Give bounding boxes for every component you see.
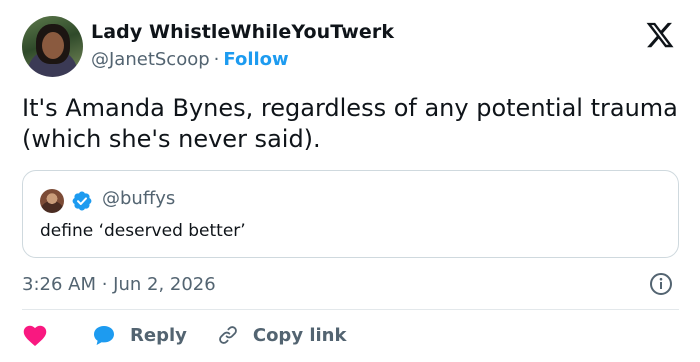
author-handle[interactable]: @JanetScoop: [91, 49, 210, 70]
author-display-name[interactable]: Lady WhistleWhileYouTwerk: [91, 21, 394, 43]
quoted-text: define ‘deserved better’: [40, 221, 246, 241]
actions-divider: [22, 309, 679, 310]
reply-button[interactable]: Reply: [92, 324, 187, 346]
quoted-tweet[interactable]: @buffys define ‘deserved better’: [22, 170, 679, 258]
copy-link-label: Copy link: [252, 324, 347, 346]
action-bar: Reply Copy link: [22, 322, 346, 348]
x-logo-icon[interactable]: [644, 20, 676, 50]
link-icon: [219, 326, 237, 344]
quoted-avatar[interactable]: [40, 189, 64, 213]
separator-dot: ·: [213, 49, 220, 70]
copy-link-button[interactable]: Copy link: [217, 324, 347, 346]
author-handle-row: @JanetScoop · Follow: [91, 49, 289, 70]
verified-badge-icon: [72, 191, 92, 211]
reply-bubble-icon: [94, 326, 114, 345]
heart-icon[interactable]: [22, 323, 48, 347]
reply-label: Reply: [130, 324, 187, 346]
quoted-handle[interactable]: @buffys: [102, 188, 175, 209]
tweet-timestamp[interactable]: 3:26 AM · Jun 2, 2026: [22, 274, 216, 295]
tweet-text: It's Amanda Bynes, regardless of any pot…: [22, 94, 678, 153]
info-icon[interactable]: [649, 272, 673, 296]
avatar-face: [42, 32, 64, 59]
author-avatar[interactable]: [22, 16, 83, 77]
follow-button[interactable]: Follow: [223, 49, 288, 70]
